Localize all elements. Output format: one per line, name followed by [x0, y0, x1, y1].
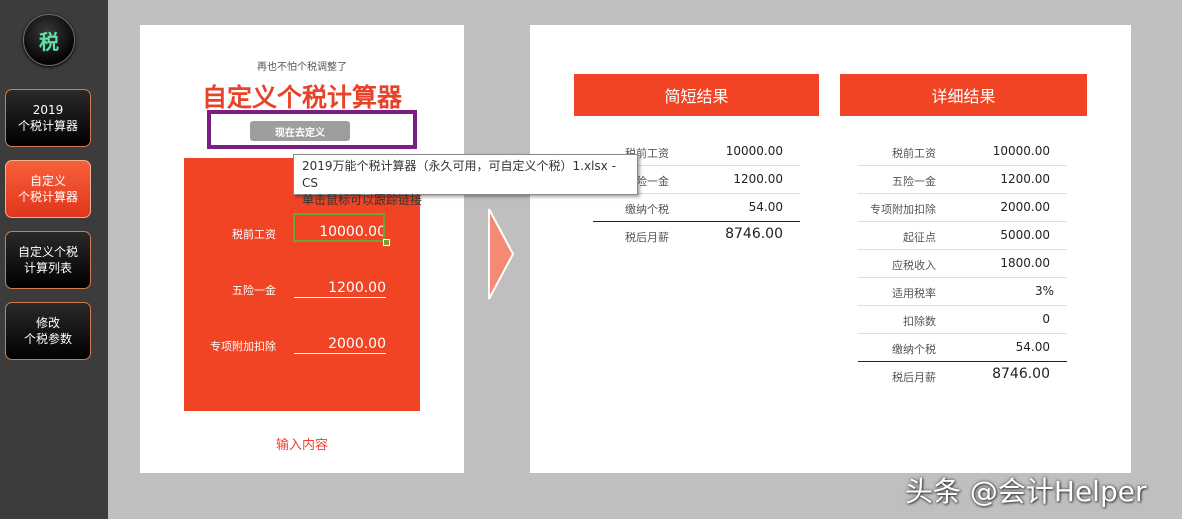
panel-subtitle: 再也不怕个税调整了: [257, 62, 347, 73]
nav-custom-tax-calculator[interactable]: 自定义 个税计算器: [5, 160, 91, 218]
row-label: 税后月薪: [625, 231, 669, 244]
results-panel: 简短结果 详细结果 税前工资 10000.00 五险一金 1200.00 缴纳个…: [530, 25, 1131, 473]
tooltip-line1: 2019万能个税计算器（永久可用，可自定义个税）1.xlsx - CS: [302, 159, 616, 190]
row-label: 适用税率: [892, 287, 936, 300]
sidebar: 税 2019 个税计算器 自定义 个税计算器 自定义个税 计算列表 修改 个税参…: [0, 0, 108, 519]
nav-label: 2019 个税计算器: [17, 103, 78, 133]
tax-logo[interactable]: 税: [23, 14, 75, 66]
fill-handle[interactable]: [383, 239, 390, 246]
detail-row: 应税收入 1800.00: [858, 249, 1067, 278]
nav-label: 自定义个税 计算列表: [17, 245, 78, 275]
nav-label: 自定义 个税计算器: [17, 174, 78, 204]
hyperlink-tooltip: 2019万能个税计算器（永久可用，可自定义个税）1.xlsx - CS 单击鼠标…: [293, 154, 638, 207]
field-label-deduction: 专项附加扣除: [210, 340, 276, 353]
tooltip-line2: 单击鼠标可以跟踪链接: [302, 193, 423, 207]
row-value: 1800.00: [1000, 256, 1050, 270]
row-label: 扣除数: [903, 315, 936, 328]
row-label: 缴纳个税: [892, 343, 936, 356]
detail-row: 专项附加扣除 2000.00: [858, 193, 1067, 222]
define-now-button[interactable]: 现在去定义: [250, 121, 350, 141]
detail-row-total: 税后月薪 8746.00: [858, 361, 1067, 389]
row-label: 五险一金: [892, 175, 936, 188]
detail-row: 扣除数 0: [858, 305, 1067, 334]
detail-row: 五险一金 1200.00: [858, 165, 1067, 194]
row-label: 应税收入: [892, 259, 936, 272]
field-label-salary: 税前工资: [232, 228, 276, 241]
detail-result-header: 详细结果: [840, 74, 1087, 116]
row-label: 起征点: [903, 231, 936, 244]
nav-custom-tax-list[interactable]: 自定义个税 计算列表: [5, 231, 91, 289]
row-value: 5000.00: [1000, 228, 1050, 242]
row-value: 2000.00: [1000, 200, 1050, 214]
row-value: 8746.00: [992, 366, 1050, 382]
input-panel: 再也不怕个税调整了 自定义个税计算器 现在去定义 税前工资 10000.00 五…: [140, 25, 464, 473]
input-caption: 输入内容: [275, 438, 328, 453]
detail-row: 缴纳个税 54.00: [858, 333, 1067, 362]
row-value: 10000.00: [992, 144, 1050, 158]
row-value: 3%: [1034, 284, 1054, 298]
row-value: 8746.00: [725, 226, 783, 242]
nav-2019-tax-calculator[interactable]: 2019 个税计算器: [5, 89, 91, 147]
field-deduction-value[interactable]: 2000.00: [294, 336, 386, 354]
row-value: 54.00: [748, 200, 783, 214]
detail-row: 适用税率 3%: [858, 277, 1067, 306]
detail-row: 起征点 5000.00: [858, 221, 1067, 250]
short-row-total: 税后月薪 8746.00: [593, 221, 800, 249]
watermark: 头条 @会计Helper: [905, 475, 1147, 508]
row-label: 税前工资: [892, 147, 936, 160]
nav-label: 修改 个税参数: [23, 316, 72, 346]
arrow-right-icon: [488, 208, 515, 300]
detail-row: 税前工资 10000.00: [858, 137, 1067, 166]
row-value: 1200.00: [733, 172, 783, 186]
row-value: 1200.00: [1000, 172, 1050, 186]
row-value: 10000.00: [725, 144, 783, 158]
row-value: 54.00: [1015, 340, 1050, 354]
short-result-header: 简短结果: [574, 74, 819, 116]
row-label: 税后月薪: [892, 371, 936, 384]
nav-modify-tax-params[interactable]: 修改 个税参数: [5, 302, 91, 360]
row-label: 专项附加扣除: [870, 203, 936, 216]
selected-cell: [293, 213, 385, 242]
field-label-insurance: 五险一金: [232, 284, 276, 297]
page-title: 自定义个税计算器: [201, 83, 402, 112]
row-value: 0: [1042, 312, 1050, 326]
field-insurance-value[interactable]: 1200.00: [294, 280, 386, 298]
